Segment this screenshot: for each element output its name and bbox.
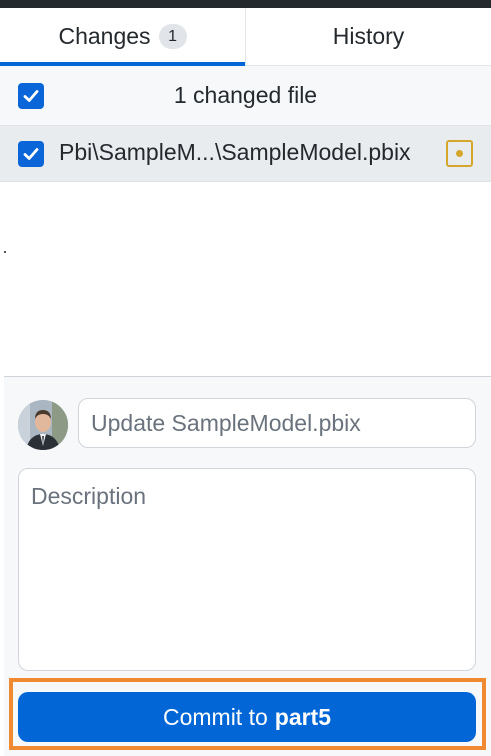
changes-list-header: 1 changed file bbox=[0, 66, 491, 126]
checkmark-icon bbox=[23, 90, 39, 102]
file-include-checkbox[interactable] bbox=[18, 141, 44, 167]
branch-name: part5 bbox=[274, 703, 332, 730]
tab-changes[interactable]: Changes 1 bbox=[0, 8, 246, 66]
file-path[interactable]: Pbi\SampleM...\SampleModel.pbix bbox=[59, 139, 411, 166]
commit-button-label: Commit to bbox=[162, 703, 268, 730]
changes-count-badge: 1 bbox=[158, 24, 187, 49]
commit-summary-input[interactable] bbox=[78, 398, 476, 448]
tab-history[interactable]: History bbox=[246, 8, 491, 65]
tab-history-label: History bbox=[332, 23, 405, 49]
select-all-checkbox[interactable] bbox=[18, 83, 44, 109]
checkmark-icon bbox=[23, 148, 39, 160]
user-avatar bbox=[18, 400, 68, 450]
changed-files-count: 1 changed file bbox=[173, 82, 318, 108]
title-bar-strip bbox=[0, 0, 491, 8]
stray-mark bbox=[4, 251, 6, 253]
modified-dot-icon bbox=[446, 140, 473, 167]
tab-changes-label: Changes bbox=[58, 23, 151, 49]
commit-button[interactable]: Commit to part5 bbox=[18, 692, 476, 742]
tab-bar: Changes 1 History bbox=[0, 8, 491, 66]
commit-description-input[interactable] bbox=[18, 468, 476, 671]
file-list-item[interactable]: Pbi\SampleM...\SampleModel.pbix bbox=[0, 126, 491, 182]
